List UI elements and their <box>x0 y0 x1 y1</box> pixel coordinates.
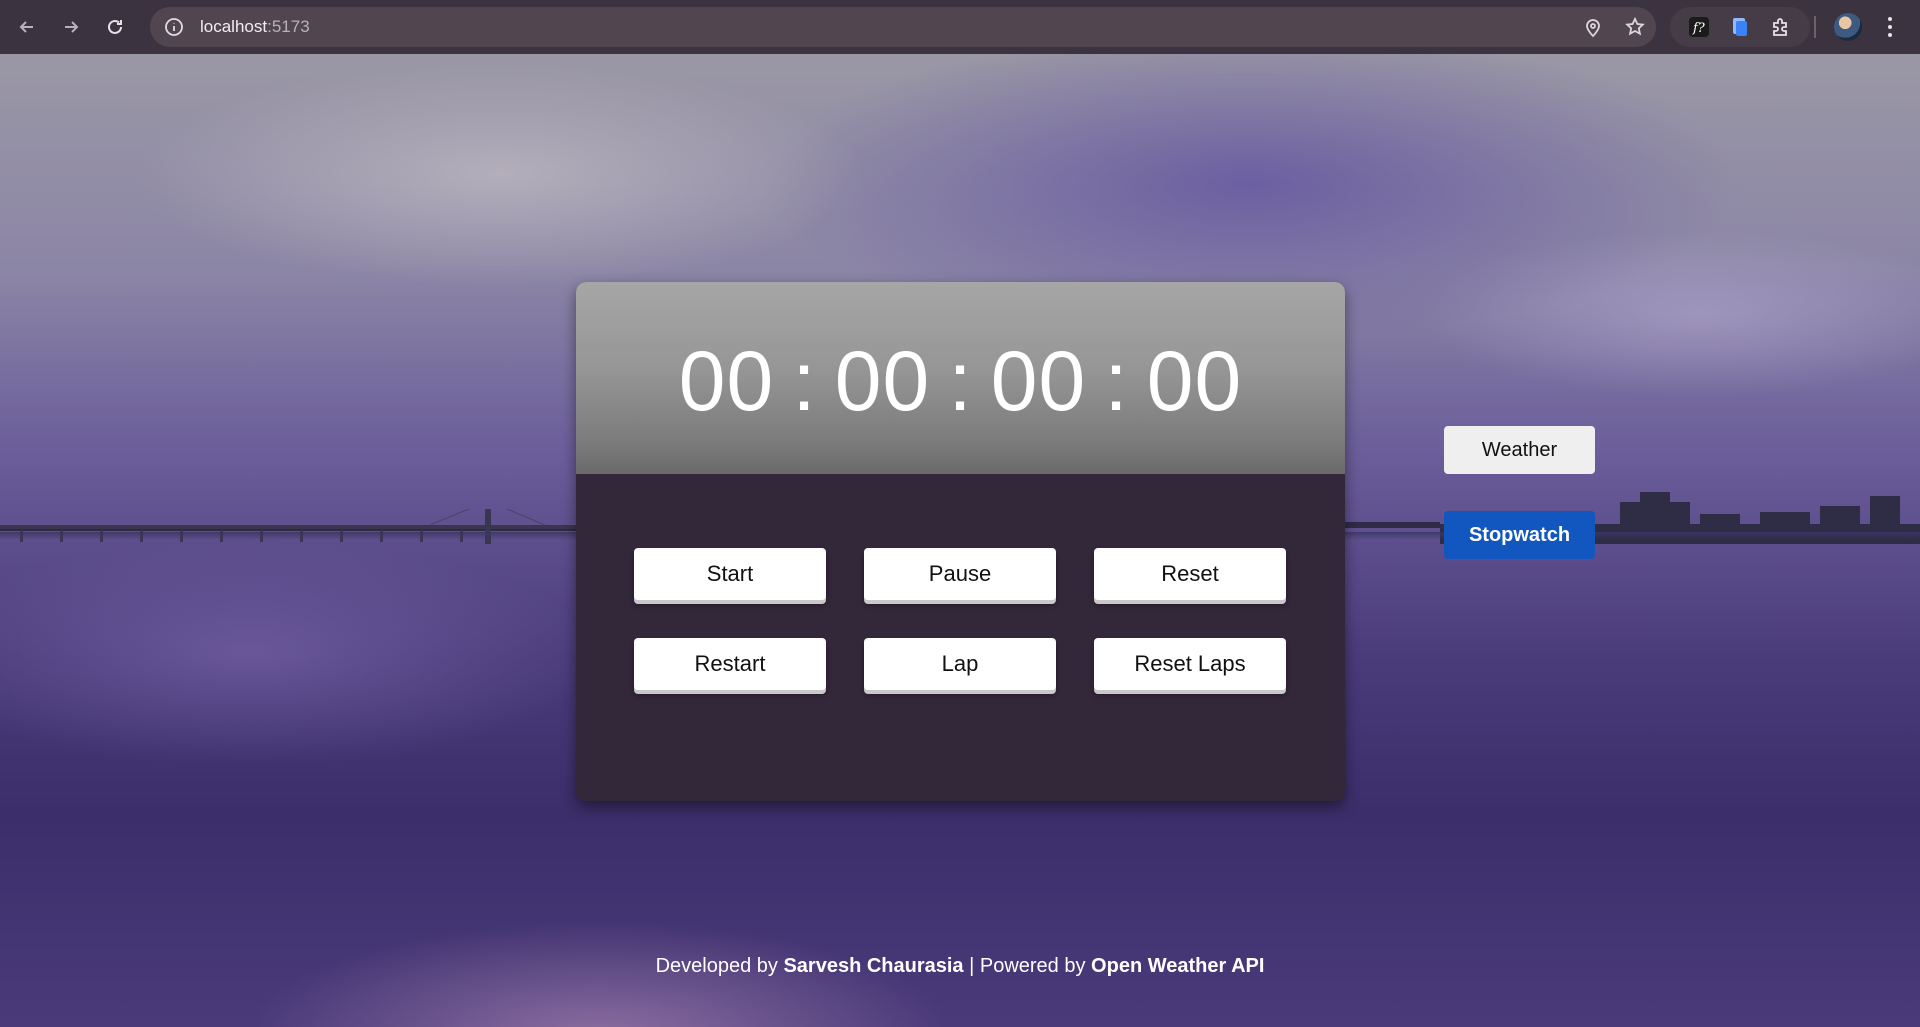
api-provider: Open Weather API <box>1091 955 1265 977</box>
stopwatch-controls: Start Pause Reset Restart Lap Reset Laps <box>634 548 1286 690</box>
url-text: localhost:5173 <box>200 17 310 37</box>
seconds-value: 00 <box>990 333 1087 428</box>
restart-button[interactable]: Restart <box>634 638 826 690</box>
reload-icon <box>108 19 122 34</box>
more-vertical-icon[interactable] <box>1880 14 1900 40</box>
bridge-silhouette <box>0 509 600 544</box>
svg-text:f?: f? <box>1692 21 1706 36</box>
start-button[interactable]: Start <box>634 548 826 600</box>
time-separator: : <box>948 333 973 428</box>
docs-extension-icon[interactable] <box>1729 16 1751 38</box>
reset-button[interactable]: Reset <box>1094 548 1286 600</box>
address-bar[interactable]: localhost:5173 <box>150 7 1656 47</box>
footer-middle: | Powered by <box>963 955 1092 977</box>
font-extension-icon[interactable]: f? <box>1688 16 1710 38</box>
bookmark-star-icon[interactable] <box>1624 16 1646 38</box>
reset-laps-button[interactable]: Reset Laps <box>1094 638 1286 690</box>
lap-button[interactable]: Lap <box>864 638 1056 690</box>
minutes-value: 00 <box>834 333 931 428</box>
centiseconds-value: 00 <box>1146 333 1243 428</box>
footer-prefix: Developed by <box>655 955 784 977</box>
toolbar-separator <box>1814 16 1816 38</box>
time-readout: 00 : 00 : 00 : 00 <box>679 333 1243 430</box>
reload-button[interactable] <box>95 7 135 47</box>
arrow-right-icon <box>65 21 79 33</box>
back-button[interactable] <box>7 7 47 47</box>
site-info-icon[interactable] <box>164 17 184 37</box>
arrow-left-icon <box>19 21 33 33</box>
url-host: localhost <box>200 17 268 36</box>
extensions-group: f? <box>1670 7 1810 47</box>
footer-credits: Developed by Sarvesh Chaurasia | Powered… <box>0 955 1920 978</box>
author-name: Sarvesh Chaurasia <box>783 955 964 977</box>
puzzle-extensions-icon[interactable] <box>1770 16 1792 38</box>
weather-nav-button[interactable]: Weather <box>1444 426 1595 474</box>
time-separator: : <box>1104 333 1129 428</box>
stopwatch-display: 00 : 00 : 00 : 00 <box>576 282 1345 474</box>
location-icon[interactable] <box>1582 16 1604 38</box>
hours-value: 00 <box>678 333 775 428</box>
browser-toolbar: localhost:5173 f? <box>0 0 1920 54</box>
stopwatch-card: 00 : 00 : 00 : 00 Start Pause Reset Rest… <box>576 282 1345 801</box>
pause-button[interactable]: Pause <box>864 548 1056 600</box>
stopwatch-nav-button[interactable]: Stopwatch <box>1444 511 1595 559</box>
url-port: :5173 <box>267 17 310 36</box>
time-separator: : <box>792 333 817 428</box>
profile-avatar[interactable] <box>1834 13 1862 41</box>
forward-button[interactable] <box>51 7 91 47</box>
